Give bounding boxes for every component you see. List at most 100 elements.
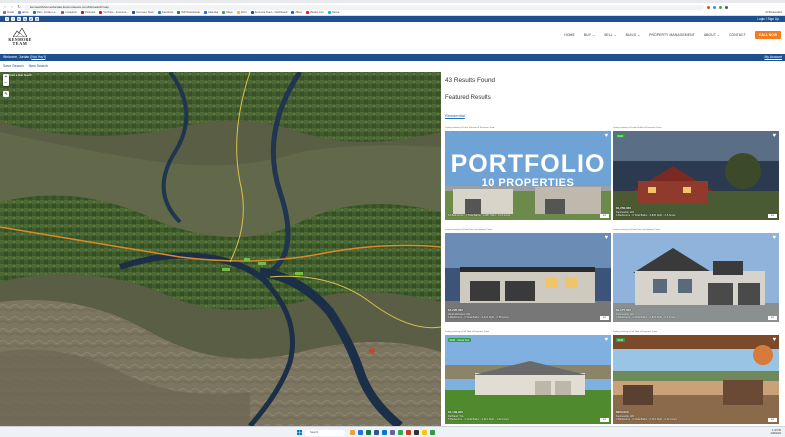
excel-icon[interactable] — [366, 430, 371, 435]
file-explorer-icon[interactable] — [350, 430, 355, 435]
nav-sell[interactable]: SELL ⌄ — [604, 33, 617, 37]
bookmark-item[interactable]: Kenmore Team — [132, 11, 154, 14]
new-search-link[interactable]: New Search — [29, 64, 49, 68]
call-now-button[interactable]: CALL NOW — [754, 31, 781, 39]
bookmark-item[interactable]: Mail - Jordan Le... — [32, 11, 57, 14]
results-panel: 43 Results Found Featured Results Reside… — [441, 72, 785, 426]
chevron-down-icon: ⌄ — [716, 33, 720, 37]
bookmark-item[interactable]: Calendar — [203, 11, 218, 14]
address-bar[interactable]: kennewickhomesforsale.kenmoreteam.com/id… — [24, 4, 704, 10]
nav-property-management[interactable]: PROPERTY MANAGEMENT — [649, 33, 695, 37]
bookmark-item[interactable]: Facebook — [158, 11, 173, 14]
bookmark-item[interactable]: Canva — [327, 11, 339, 14]
listing-card[interactable]: Listing courtesy of David Price of Kenmo… — [613, 229, 779, 322]
bookmark-item[interactable]: Maps — [222, 11, 233, 14]
bookmark-item[interactable]: YouTube - Kenmore... — [99, 11, 128, 14]
chevron-down-icon: ⌄ — [613, 33, 617, 37]
listing-card[interactable]: Listing courtesy of Jill Tabb of Kenmore… — [613, 331, 779, 424]
heart-icon[interactable]: ♥ — [604, 337, 608, 343]
windows-start-icon[interactable] — [297, 430, 302, 435]
listing-card[interactable]: Listing courtesy of Jill Tabb of Kenmore… — [445, 331, 611, 424]
listing-photo[interactable]: NEW · Virtual Tour ♥ $1,199,900 Richland… — [445, 335, 611, 424]
extension-icon[interactable] — [707, 5, 710, 9]
outlook-icon[interactable] — [382, 430, 387, 435]
listing-photo[interactable]: ♥ $1,075,000 Kennewick, WA 4 Bedrooms · … — [613, 233, 779, 322]
bookmark-item[interactable]: Gmail — [3, 11, 14, 14]
status-badge: NEW · Virtual Tour — [448, 338, 471, 342]
listing-card[interactable]: Listing courtesy of Linda Sullins of Ken… — [613, 127, 779, 220]
listing-photo[interactable]: NEW ♥ $950,000 Kennewick, WA 3 Bedrooms … — [613, 335, 779, 424]
extension-icon[interactable] — [719, 5, 722, 9]
heart-icon[interactable]: ♥ — [772, 337, 776, 343]
youtube-icon[interactable]: yt — [29, 17, 33, 21]
welcome-close-paren: ) — [45, 55, 47, 59]
listing-details: $1,075,000 Kennewick, WA 4 Bedrooms · 3 … — [616, 309, 675, 319]
heart-icon[interactable]: ♥ — [604, 133, 608, 139]
draw-icon[interactable]: ✎ — [3, 91, 9, 97]
forward-icon[interactable]: › — [10, 5, 14, 9]
listing-specs: 5 Bedrooms · 4 Total Baths · 4,010 SqFt … — [448, 417, 509, 421]
nav-about[interactable]: ABOUT ⌄ — [704, 33, 720, 37]
logo-text-line2: TEAM — [12, 41, 28, 46]
heart-icon[interactable]: ♥ — [604, 235, 608, 241]
listing-photo[interactable]: NEW ♥ $1,250,000 Kennewick, WA 4 Bedroom… — [613, 131, 779, 220]
mountain-logo-icon — [13, 28, 27, 37]
listing-details: $1,250,000 Kennewick, WA 4 Bedrooms · 3 … — [616, 207, 675, 217]
map-view[interactable]: + − Draw a Map Search ✎ — [0, 72, 441, 426]
all-bookmarks-button[interactable]: All Bookmarks — [765, 11, 782, 14]
nav-build[interactable]: BUILD ⌄ — [626, 33, 641, 37]
save-search-link[interactable]: Save Search — [3, 64, 24, 68]
login-link[interactable]: Login / Sign Up — [757, 17, 779, 21]
my-account-link[interactable]: My Account — [764, 54, 782, 61]
word-icon[interactable] — [374, 430, 379, 435]
reload-icon[interactable]: ↻ — [17, 5, 21, 9]
app-icon[interactable] — [430, 430, 435, 435]
bookmark-item[interactable]: Realtor.com — [305, 11, 324, 14]
nav-contact[interactable]: CONTACT — [729, 33, 746, 37]
mls-logo: IDX — [768, 316, 777, 320]
zoom-out-button[interactable]: − — [3, 80, 9, 86]
bookmark-item[interactable]: Kenmore Team - Dashboard — [250, 11, 287, 14]
twitter-icon[interactable]: t — [11, 17, 15, 21]
taskbar-search[interactable]: Search — [305, 429, 345, 436]
bookmark-item[interactable]: Instagram — [61, 11, 77, 14]
app-icon[interactable] — [414, 430, 419, 435]
bookmark-item[interactable]: Zillow — [291, 11, 302, 14]
map-draw-label: Draw a Map Search — [9, 74, 32, 77]
residential-link[interactable]: Residential — [445, 113, 465, 118]
app-icon[interactable] — [398, 430, 403, 435]
bookmark-item[interactable]: Pinterest — [81, 11, 95, 14]
listing-card[interactable]: Listing courtesy of David Price of Kenmo… — [445, 229, 611, 322]
satellite-map[interactable] — [0, 72, 441, 426]
back-icon[interactable]: ‹ — [3, 5, 7, 9]
facebook-icon[interactable]: f — [5, 17, 9, 21]
profile-icon[interactable] — [725, 5, 728, 9]
bookmark-item[interactable]: NW Real Estate — [177, 11, 200, 14]
linkedin-icon[interactable]: in — [17, 17, 21, 21]
status-badge: NEW — [616, 134, 625, 138]
nav-buy[interactable]: BUY ⌄ — [584, 33, 595, 37]
system-tray-clock[interactable]: 1:42 PM 4/18/2024 — [770, 429, 781, 435]
chrome-icon[interactable] — [358, 430, 363, 435]
chevron-down-icon: ⌄ — [592, 33, 596, 37]
heart-icon[interactable]: ♥ — [772, 133, 776, 139]
teams-icon[interactable] — [390, 430, 395, 435]
taskbar-apps — [350, 430, 435, 435]
app-icon[interactable] — [422, 430, 427, 435]
heart-icon[interactable]: ♥ — [772, 235, 776, 241]
not-you-link[interactable]: Not You? — [31, 55, 45, 59]
site-logo[interactable]: KENMORE TEAM — [6, 28, 34, 48]
featured-heading: Featured Results — [445, 95, 491, 101]
listing-photo[interactable]: PORTFOLIO 10 PROPERTIES ♥ 10 Bedrooms · … — [445, 131, 611, 220]
nav-home[interactable]: HOME — [564, 33, 575, 37]
bookmark-item[interactable]: Drive — [236, 11, 247, 14]
listing-details: $950,000 Kennewick, WA 3 Bedrooms · 3 To… — [616, 411, 677, 421]
bookmark-item[interactable]: Home — [17, 11, 29, 14]
powerpoint-icon[interactable] — [406, 430, 411, 435]
listing-details: $1,199,900 Richland, WA 5 Bedrooms · 4 T… — [448, 411, 509, 421]
listing-card[interactable]: Listing courtesy of Luke Johnson of Kenm… — [445, 127, 611, 220]
listing-photo[interactable]: ♥ $1,295,000 West Richland, WA 4 Bedroom… — [445, 233, 611, 322]
extension-icon[interactable] — [713, 5, 716, 9]
instagram-icon[interactable]: ig — [23, 17, 27, 21]
email-icon[interactable]: @ — [35, 17, 39, 21]
